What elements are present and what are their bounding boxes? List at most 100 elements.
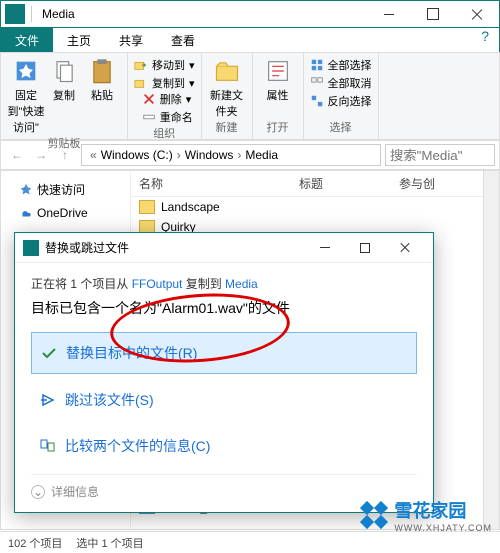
option-replace[interactable]: 替换目标中的文件(R) xyxy=(31,332,417,374)
window-titlebar: Media xyxy=(0,0,500,28)
selectnone-button[interactable]: 全部取消 xyxy=(310,75,372,91)
tab-file[interactable]: 文件 xyxy=(1,28,53,52)
info-text: 复制到 xyxy=(182,277,225,291)
dialog-close-button[interactable] xyxy=(385,234,425,262)
col-title[interactable]: 标题 xyxy=(291,171,391,196)
watermark-name: 雪花家园 xyxy=(394,501,466,521)
option-label: 替换目标中的文件(R) xyxy=(66,343,197,363)
breadcrumb[interactable]: Media xyxy=(245,148,278,162)
tab-share[interactable]: 共享 xyxy=(105,28,157,52)
select-group-label: 选择 xyxy=(330,119,352,135)
delete-label: 删除 xyxy=(160,91,182,107)
tab-home[interactable]: 主页 xyxy=(53,28,105,52)
copy-button[interactable]: 复制 xyxy=(45,57,83,135)
properties-button[interactable]: 属性 xyxy=(259,57,297,103)
watermark: 雪花家园 WWW.XHJATY.COM xyxy=(358,497,492,533)
delete-button[interactable]: 删除 ▾ xyxy=(142,91,193,107)
folder-icon xyxy=(139,200,155,214)
dialog-icon xyxy=(23,240,39,256)
pin-icon xyxy=(12,57,40,85)
newfolder-button[interactable]: 新建文件夹 xyxy=(208,57,246,119)
cloud-icon xyxy=(19,206,33,220)
source-link[interactable]: FFOutput xyxy=(132,277,183,291)
divider xyxy=(31,6,32,22)
moveto-label: 移动到 xyxy=(152,57,185,73)
compare-icon xyxy=(39,437,57,455)
help-icon[interactable]: ? xyxy=(471,28,499,52)
status-count: 102 个项目 xyxy=(8,535,62,551)
option-compare[interactable]: 比较两个文件的信息(C) xyxy=(31,426,417,466)
watermark-logo-icon xyxy=(358,499,390,531)
chevron-down-icon: ⌄ xyxy=(31,485,45,499)
ribbon-group-organize: 移动到 ▾ 复制到 ▾ 删除 ▾ 重命名 组织 xyxy=(128,53,202,139)
maximize-button[interactable] xyxy=(411,0,455,28)
col-name[interactable]: 名称 xyxy=(131,171,291,196)
selectnone-label: 全部取消 xyxy=(328,75,372,91)
ribbon-group-new: 新建文件夹 新建 xyxy=(202,53,253,139)
file-name: Landscape xyxy=(161,200,220,214)
status-selected: 选中 1 个项目 xyxy=(76,535,143,551)
rename-icon xyxy=(142,110,156,124)
nav-label: 快速访问 xyxy=(37,181,85,198)
ribbon-tabs: 文件 主页 共享 查看 ? xyxy=(0,28,500,52)
tab-view[interactable]: 查看 xyxy=(157,28,209,52)
msg-text: "的文件 xyxy=(243,300,290,316)
paste-icon xyxy=(88,57,116,85)
moveto-button[interactable]: 移动到 ▾ xyxy=(134,57,195,73)
nav-up-button[interactable]: ↑ xyxy=(53,143,77,167)
ribbon-group-clipboard: 固定到"快速访问" 复制 粘贴 剪贴板 xyxy=(1,53,128,139)
selectall-icon xyxy=(310,58,324,72)
option-skip[interactable]: 跳过该文件(S) xyxy=(31,380,417,420)
moveto-icon xyxy=(134,58,148,72)
nav-back-button[interactable]: ← xyxy=(5,143,29,167)
breadcrumb[interactable]: Windows xyxy=(185,148,234,162)
nav-label: OneDrive xyxy=(37,206,88,220)
app-icon xyxy=(5,4,25,24)
paste-button[interactable]: 粘贴 xyxy=(83,57,121,135)
address-bar[interactable]: « Windows (C:)› Windows› Media xyxy=(81,144,381,166)
scrollbar[interactable] xyxy=(483,171,499,529)
copyto-button[interactable]: 复制到 ▾ xyxy=(134,75,195,91)
watermark-url: WWW.XHJATY.COM xyxy=(394,523,492,533)
minimize-button[interactable] xyxy=(367,0,411,28)
check-icon xyxy=(40,344,58,362)
selectall-button[interactable]: 全部选择 xyxy=(310,57,372,73)
info-text: 正在将 1 个项目从 xyxy=(31,277,132,291)
skip-icon xyxy=(39,391,57,409)
nav-quickaccess[interactable]: 快速访问 xyxy=(1,177,130,202)
search-input[interactable] xyxy=(385,144,495,166)
address-bar-row: ← → ↑ « Windows (C:)› Windows› Media xyxy=(0,140,500,170)
nav-forward-button[interactable]: → xyxy=(29,143,53,167)
breadcrumb[interactable]: Windows (C:) xyxy=(101,148,173,162)
delete-icon xyxy=(142,92,156,106)
nav-onedrive[interactable]: OneDrive xyxy=(1,202,130,224)
dialog-info: 正在将 1 个项目从 FFOutput 复制到 Media xyxy=(31,275,417,292)
status-bar: 102 个项目 选中 1 个项目 xyxy=(0,531,500,553)
invert-label: 反向选择 xyxy=(328,93,372,109)
dialog-maximize-button[interactable] xyxy=(345,234,385,262)
star-icon xyxy=(19,183,33,197)
dialog-minimize-button[interactable] xyxy=(305,234,345,262)
dialog-titlebar: 替换或跳过文件 xyxy=(15,233,433,263)
ribbon-group-select: 全部选择 全部取消 反向选择 选择 xyxy=(304,53,379,139)
pin-quickaccess-button[interactable]: 固定到"快速访问" xyxy=(7,57,45,135)
option-label: 跳过该文件(S) xyxy=(65,390,154,410)
pin-label: 固定到"快速访问" xyxy=(7,87,45,135)
dialog-title: 替换或跳过文件 xyxy=(45,239,305,256)
dialog-body: 正在将 1 个项目从 FFOutput 复制到 Media 目标已包含一个名为"… xyxy=(15,263,433,512)
paste-label: 粘贴 xyxy=(91,87,113,103)
details-label: 详细信息 xyxy=(51,483,99,500)
dest-link[interactable]: Media xyxy=(225,277,258,291)
close-button[interactable] xyxy=(455,0,499,28)
msg-text: 目标已包含一个名为" xyxy=(31,300,162,316)
dialog-message: 目标已包含一个名为"Alarm01.wav"的文件 xyxy=(31,298,417,318)
conflict-filename: Alarm01.wav xyxy=(162,300,243,316)
newfolder-label: 新建文件夹 xyxy=(208,87,246,119)
properties-label: 属性 xyxy=(267,87,289,103)
list-item[interactable]: Landscape xyxy=(131,197,499,217)
invert-button[interactable]: 反向选择 xyxy=(310,93,372,109)
rename-button[interactable]: 重命名 xyxy=(142,109,193,125)
column-headers: 名称 标题 参与创 xyxy=(131,171,499,197)
selectnone-icon xyxy=(310,76,324,90)
properties-icon xyxy=(264,57,292,85)
